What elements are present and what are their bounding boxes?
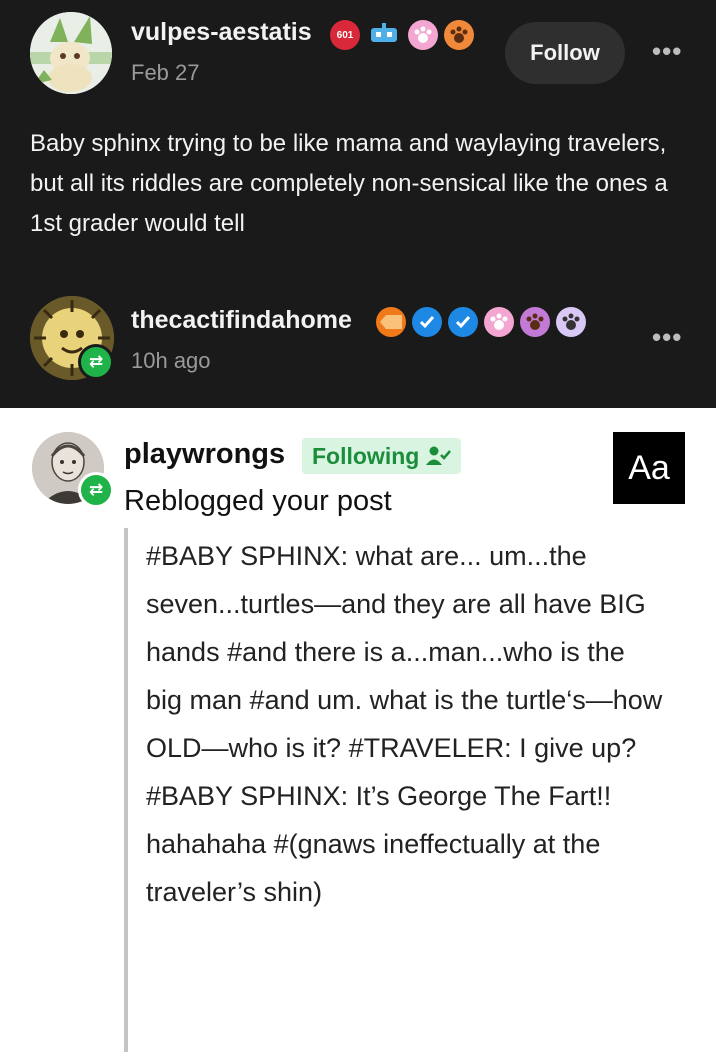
reblog-icon: ⇄ (78, 472, 114, 508)
reblogger-username[interactable]: thecactifindahome (131, 306, 352, 335)
original-poster-username[interactable]: vulpes-aestatis (131, 18, 312, 47)
original-poster-badges: 601 (330, 20, 474, 50)
paw-pink-badge-icon[interactable] (408, 20, 438, 50)
paw-pink-badge-icon[interactable] (484, 307, 514, 337)
orange-tag-badge-icon[interactable] (376, 307, 406, 337)
leafeon-avatar-image (30, 12, 112, 94)
avatar-vulpes-aestatis[interactable] (30, 12, 112, 94)
following-label: Following (312, 442, 420, 469)
paw-orange-badge-icon[interactable] (444, 20, 474, 50)
blue-check-badge-icon[interactable] (412, 307, 442, 337)
post-date: Feb 27 (131, 60, 200, 85)
original-post-body: Baby sphinx trying to be like mama and w… (30, 130, 668, 237)
shield-badge-icon[interactable]: 601 (330, 20, 360, 50)
more-options-icon[interactable]: ••• (652, 322, 682, 353)
follow-button[interactable]: Follow (505, 22, 625, 84)
dark-feed-section: vulpes-aestatis 601 Feb 27 Follow ••• Ba… (0, 0, 716, 408)
reblogger-badges (376, 307, 586, 337)
blue-check-badge-icon[interactable] (448, 307, 478, 337)
quote-divider (124, 528, 128, 1052)
reblog-time: 10h ago (131, 348, 211, 373)
paw-orange-badge-icon[interactable] (520, 307, 550, 337)
text-size-button[interactable]: Aa (613, 432, 685, 504)
robot-badge-icon[interactable] (366, 20, 402, 50)
more-options-icon[interactable]: ••• (652, 36, 682, 67)
reblog-icon: ⇄ (78, 344, 114, 380)
activity-action-text: Reblogged your post (124, 485, 392, 517)
user-check-icon (426, 446, 452, 465)
paw-lilac-badge-icon[interactable] (556, 307, 586, 337)
quoted-tags-text: #BABY SPHINX: what are... um...the seven… (146, 541, 663, 907)
activity-username[interactable]: playwrongs (124, 438, 285, 471)
following-badge[interactable]: Following (302, 438, 462, 474)
